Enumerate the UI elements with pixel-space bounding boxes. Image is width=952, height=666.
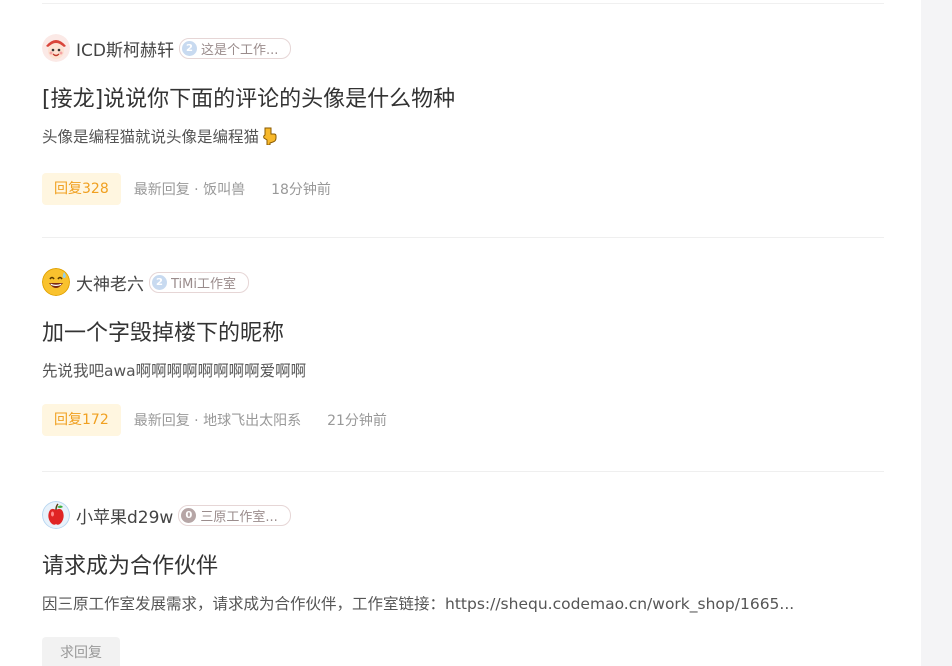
post-list-panel: ICD斯柯赫轩 2 这是个工作... [接龙]说说你下面的评论的头像是什么物种 … — [0, 0, 921, 666]
author-row: 小苹果d29w 0 三原工作室... — [42, 499, 884, 531]
grinning-sweat-emoji-avatar[interactable] — [42, 268, 70, 296]
post-title[interactable]: 加一个字毁掉楼下的昵称 — [42, 319, 884, 349]
apple-avatar[interactable] — [42, 501, 70, 529]
studio-badge[interactable]: 2 TiMi工作室 — [149, 271, 249, 293]
divider — [42, 3, 884, 4]
post-meta: 回复328 最新回复 · 饭叫兽 18分钟前 — [42, 173, 884, 205]
studio-name: 这是个工作... — [200, 42, 279, 58]
level-icon: 0 — [181, 507, 197, 523]
post-time: 18分钟前 — [271, 182, 331, 198]
post-title[interactable]: [接龙]说说你下面的评论的头像是什么物种 — [42, 85, 884, 115]
post-body: 先说我吧awa啊啊啊啊啊啊啊啊爱啊啊 — [42, 362, 307, 380]
studio-name: TiMi工作室 — [171, 276, 236, 292]
level-icon: 2 — [181, 40, 197, 56]
post-item[interactable]: ICD斯柯赫轩 2 这是个工作... [接龙]说说你下面的评论的头像是什么物种 … — [42, 32, 884, 205]
divider — [42, 237, 884, 238]
author-row: 大神老六 2 TiMi工作室 — [42, 266, 884, 298]
post-item[interactable]: 小苹果d29w 0 三原工作室... 请求成为合作伙伴 因三原工作室发展需求，请… — [42, 499, 884, 666]
post-body: 头像是编程猫就说头像是编程猫 — [42, 126, 884, 151]
author-row: ICD斯柯赫轩 2 这是个工作... — [42, 32, 884, 64]
studio-name: 三原工作室... — [200, 509, 278, 525]
pointing-down-hand-icon — [261, 127, 277, 151]
author-name[interactable]: 大神老六 — [76, 270, 144, 295]
level-icon: 2 — [152, 274, 167, 290]
latest-reply: 最新回复 · 地球飞出太阳系 — [133, 413, 302, 429]
reply-count-button[interactable]: 回复172 — [42, 404, 121, 436]
reply-count-button[interactable]: 回复328 — [42, 173, 121, 205]
author-name[interactable]: ICD斯柯赫轩 — [76, 36, 174, 61]
post-body: 因三原工作室发展需求，请求成为合作伙伴，工作室链接：https://shequ.… — [42, 595, 795, 613]
divider — [42, 471, 884, 472]
post-item[interactable]: 大神老六 2 TiMi工作室 加一个字毁掉楼下的昵称 先说我吧awa啊啊啊啊啊啊… — [42, 266, 884, 436]
post-time: 21分钟前 — [327, 413, 387, 429]
author-name[interactable]: 小苹果d29w — [76, 503, 173, 528]
post-meta: 求回复 — [42, 637, 884, 666]
reply-count-button[interactable]: 求回复 — [42, 637, 120, 666]
post-title[interactable]: 请求成为合作伙伴 — [42, 552, 884, 582]
latest-reply: 最新回复 · 饭叫兽 — [133, 182, 246, 198]
studio-badge[interactable]: 2 这是个工作... — [178, 37, 292, 59]
studio-badge[interactable]: 0 三原工作室... — [178, 504, 291, 526]
post-meta: 回复172 最新回复 · 地球飞出太阳系 21分钟前 — [42, 404, 884, 436]
cartoon-character-avatar[interactable] — [42, 34, 70, 62]
post-body-text: 头像是编程猫就说头像是编程猫 — [42, 128, 260, 146]
